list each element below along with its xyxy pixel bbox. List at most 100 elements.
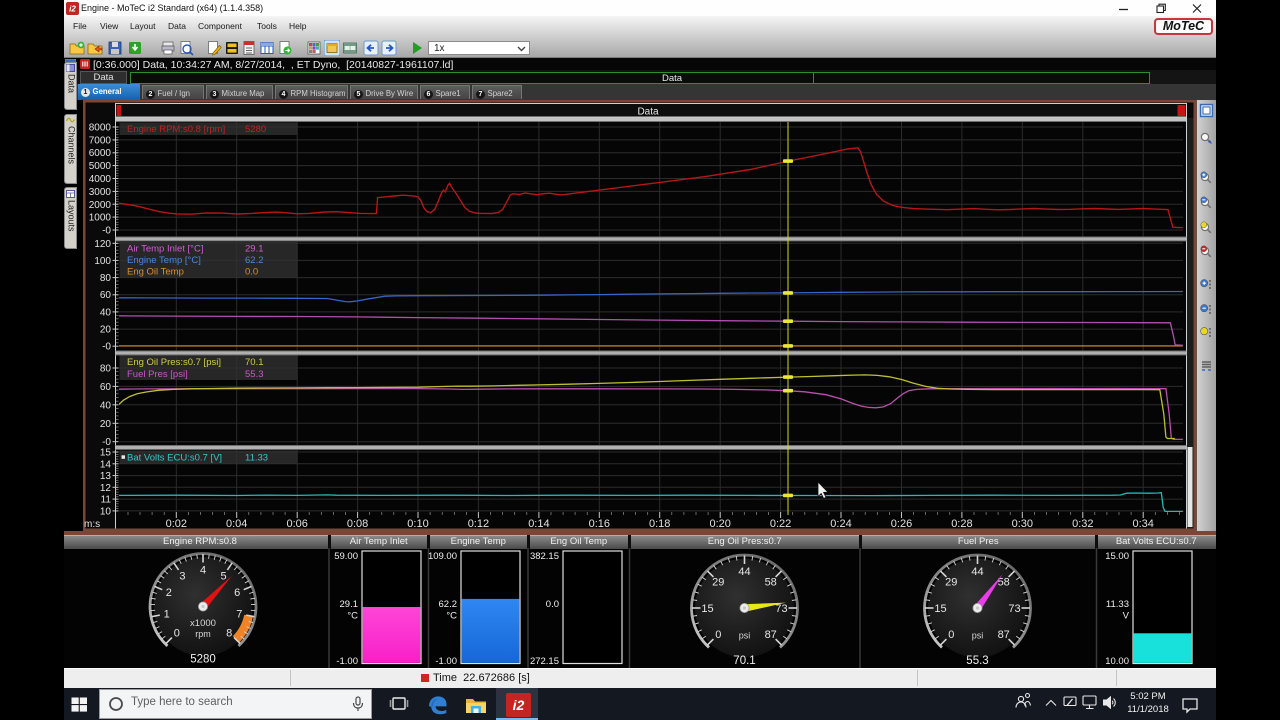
svg-text:0: 0 [715,629,721,641]
svg-text:73: 73 [1008,603,1020,615]
svg-text:0: 0 [948,629,954,641]
svg-text:-0: -0 [102,342,111,353]
svg-text:62.2: 62.2 [439,599,458,610]
svg-text:0:06: 0:06 [286,518,307,530]
svg-text:29.1: 29.1 [245,244,264,255]
svg-text:272.15: 272.15 [530,656,559,667]
svg-text:i2: i2 [69,5,76,14]
svg-text:0:12: 0:12 [468,518,489,530]
svg-text:0: 0 [174,628,180,640]
svg-text:psi: psi [739,631,751,641]
svg-text:i2: i2 [513,697,525,713]
svg-text:70.1: 70.1 [245,357,264,368]
svg-text:73: 73 [775,603,787,615]
svg-text:55.3: 55.3 [966,655,988,667]
svg-text:15: 15 [100,448,112,459]
svg-text:40: 40 [100,307,112,318]
svg-text:20: 20 [100,325,112,336]
svg-text:80: 80 [100,273,112,284]
svg-text:0:18: 0:18 [649,518,670,530]
svg-text:0:22: 0:22 [770,518,791,530]
svg-text:10.00: 10.00 [1105,656,1129,667]
svg-text:100: 100 [94,256,111,267]
svg-text:0:08: 0:08 [347,518,368,530]
svg-text:Data: Data [637,107,659,118]
svg-text:13: 13 [100,471,112,482]
svg-text:psi: psi [972,631,984,641]
svg-text:0:02: 0:02 [166,518,187,530]
svg-text:0:04: 0:04 [226,518,247,530]
svg-text:11.33: 11.33 [1106,599,1129,610]
svg-text:12: 12 [100,483,112,494]
svg-text:70.1: 70.1 [733,655,755,667]
svg-text:6: 6 [234,587,240,599]
svg-text:3000: 3000 [89,187,112,198]
svg-text:-0: -0 [102,226,111,237]
svg-text:0:28: 0:28 [951,518,972,530]
svg-text:60: 60 [100,382,112,393]
svg-text:0:30: 0:30 [1012,518,1033,530]
svg-text:2: 2 [166,587,172,599]
svg-text:-1.00: -1.00 [336,656,358,667]
svg-text:40: 40 [100,400,112,411]
svg-text:Eng Oil Temp: Eng Oil Temp [127,267,184,278]
svg-text:80: 80 [100,364,112,375]
svg-text:7: 7 [236,609,242,621]
svg-text:8: 8 [226,628,232,640]
svg-text:4000: 4000 [89,174,112,185]
svg-text:55.3: 55.3 [245,369,264,380]
svg-text:15: 15 [701,603,713,615]
svg-text:11: 11 [101,495,112,506]
svg-text:0:26: 0:26 [891,518,912,530]
svg-text:59.00: 59.00 [334,551,358,562]
svg-text:6000: 6000 [89,148,112,159]
svg-text:Eng Oil Pres:s0.7 [psi]: Eng Oil Pres:s0.7 [psi] [127,357,221,368]
svg-text:V: V [1123,611,1130,622]
svg-text:5: 5 [221,571,227,583]
svg-text:0.0: 0.0 [245,267,258,278]
svg-text:4: 4 [200,564,206,576]
svg-text:382.15: 382.15 [530,551,559,562]
svg-text:109.00: 109.00 [428,551,457,562]
svg-text:15: 15 [934,603,946,615]
svg-text:5280: 5280 [190,654,216,666]
svg-text:5000: 5000 [89,161,112,172]
svg-text:10: 10 [100,506,112,517]
svg-text:Air Temp Inlet [°C]: Air Temp Inlet [°C] [127,244,203,255]
svg-text:x1000: x1000 [190,618,216,629]
svg-text:0:24: 0:24 [830,518,851,530]
svg-text:20: 20 [100,419,112,430]
svg-text:Bat Volts ECU:s0.7 [V]: Bat Volts ECU:s0.7 [V] [127,453,222,464]
svg-text:62.2: 62.2 [245,255,264,266]
svg-text:7000: 7000 [89,135,112,146]
svg-text:°C: °C [347,611,358,622]
svg-text:Fuel Pres [psi]: Fuel Pres [psi] [127,369,188,380]
svg-text:8000: 8000 [89,123,112,134]
svg-text:14: 14 [100,459,112,470]
svg-text:0:20: 0:20 [709,518,730,530]
svg-text:0:34: 0:34 [1132,518,1153,530]
svg-text:-1.00: -1.00 [435,656,457,667]
svg-text:0.0: 0.0 [546,599,559,610]
svg-text:44: 44 [738,566,750,578]
svg-text:3: 3 [179,571,185,583]
svg-text:Engine RPM:s0.8 [rpm]: Engine RPM:s0.8 [rpm] [127,124,225,135]
svg-text:120: 120 [94,239,111,250]
svg-text:58: 58 [765,577,777,589]
svg-text:29: 29 [945,577,957,589]
svg-text:0:14: 0:14 [528,518,549,530]
svg-text:87: 87 [998,629,1010,641]
svg-text:rpm: rpm [195,629,211,639]
svg-text:°C: °C [446,611,457,622]
svg-text:29.1: 29.1 [340,599,359,610]
svg-text:1: 1 [164,609,170,621]
svg-text:15.00: 15.00 [1105,551,1129,562]
svg-text:0:10: 0:10 [407,518,428,530]
svg-text:44: 44 [971,566,983,578]
svg-text:29: 29 [712,577,724,589]
svg-text:87: 87 [765,629,777,641]
svg-text:5280: 5280 [245,124,266,135]
svg-text:0:16: 0:16 [589,518,610,530]
svg-text:60: 60 [100,290,112,301]
svg-text:0:32: 0:32 [1072,518,1093,530]
